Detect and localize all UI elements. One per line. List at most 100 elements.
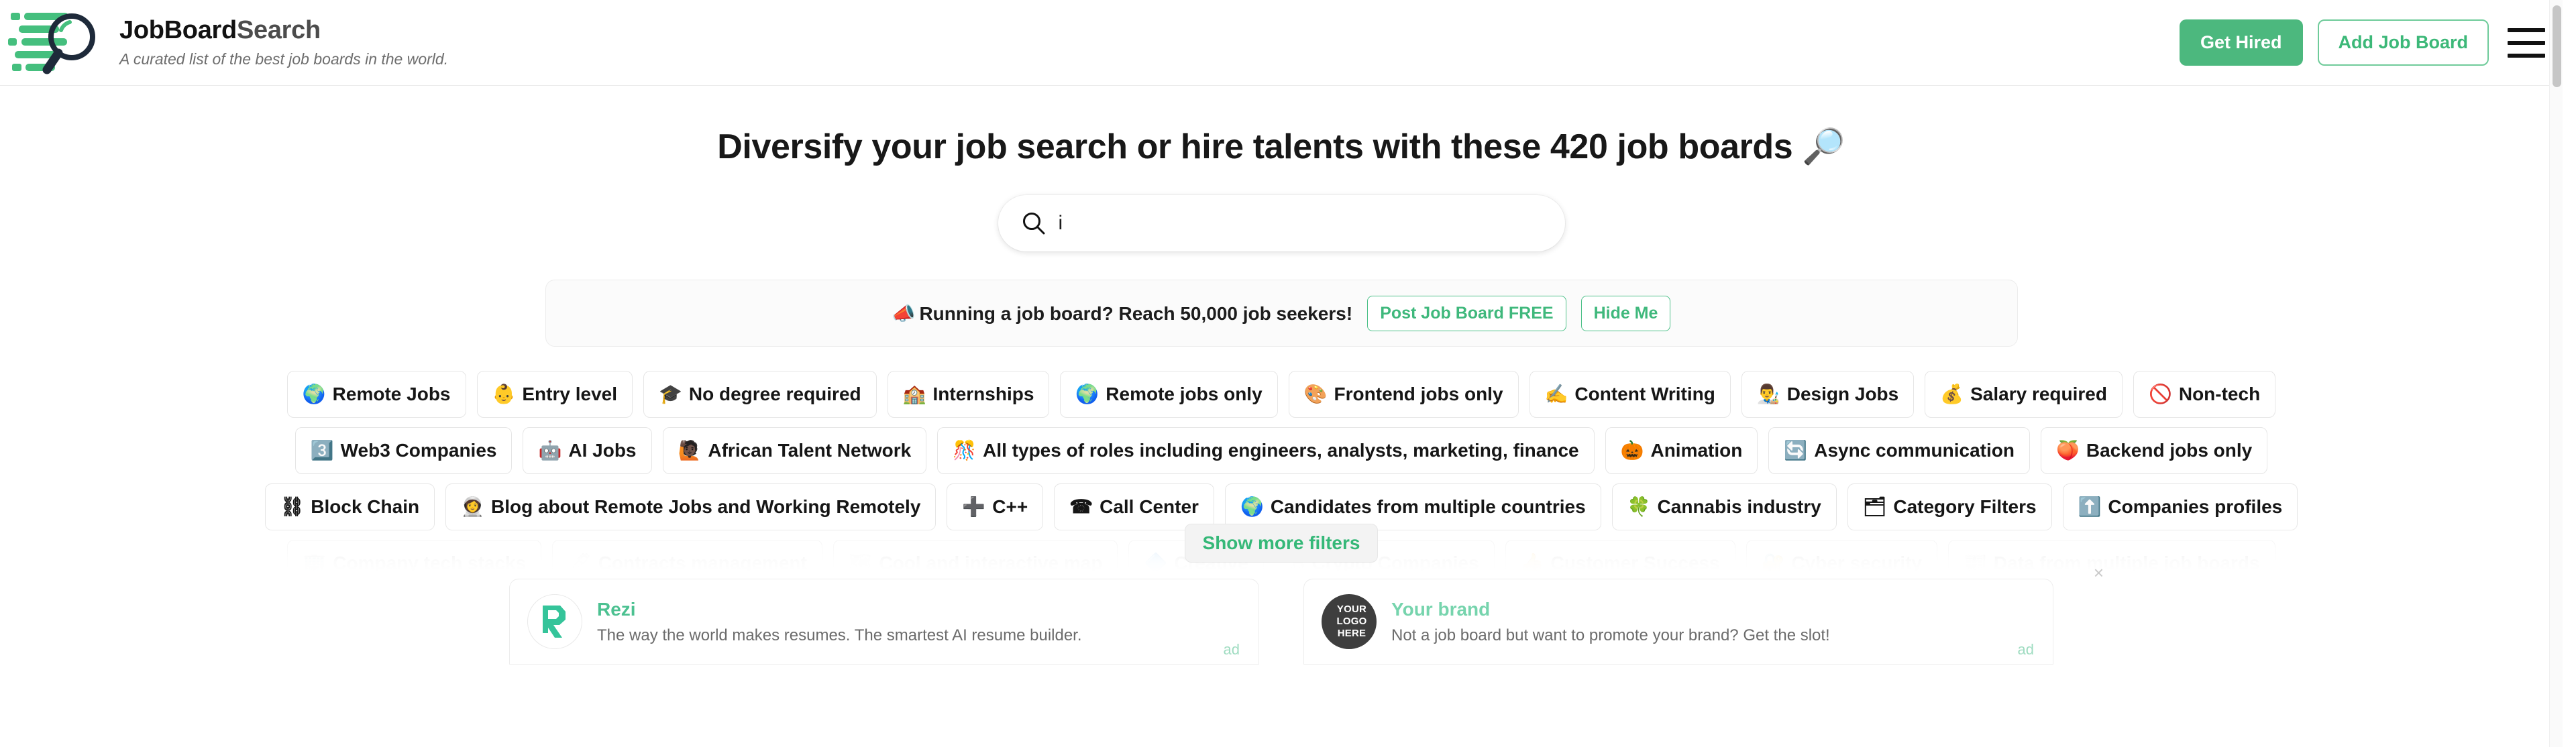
show-more-filters-button[interactable]: Show more filters [1184, 524, 1379, 563]
filter-tag-emoji-icon: 🚫 [2148, 384, 2172, 404]
brand-title-light: Search [236, 15, 321, 44]
ad-card-rezi[interactable]: Rezi The way the world makes resumes. Th… [509, 579, 1259, 665]
filter-tag[interactable]: 🚫 Non-tech [2133, 371, 2276, 418]
filter-tag-label: Blog about Remote Jobs and Working Remot… [490, 496, 921, 517]
filter-tag[interactable]: 🌍 Remote jobs only [1060, 371, 1278, 418]
filter-tag-emoji-icon: ⛓ [280, 496, 305, 517]
search-icon [1021, 211, 1046, 236]
site-header: JobBoardSearch A curated list of the bes… [0, 0, 2563, 86]
filter-tag[interactable]: 🤖 AI Jobs [523, 427, 652, 474]
ad-label: ad [2017, 641, 2034, 658]
brand-block[interactable]: JobBoardSearch A curated list of the bes… [0, 3, 448, 82]
ad-body-rezi: Rezi The way the world makes resumes. Th… [597, 598, 1082, 646]
brand-text-block: JobBoardSearch A curated list of the bes… [119, 15, 449, 69]
filter-tag[interactable]: 💰 Salary required [1925, 371, 2123, 418]
search-input[interactable]: i [998, 195, 1565, 251]
filter-tag[interactable]: ✍️ Content Writing [1529, 371, 1731, 418]
filter-tag-label: Call Center [1099, 496, 1199, 517]
filter-tag-label: Web3 Companies [340, 440, 497, 461]
filter-tag-emoji-icon: 👨‍🎨 [1756, 384, 1780, 404]
filter-tag-label: Candidates from multiple countries [1270, 496, 1586, 517]
rezi-logo-icon [527, 594, 582, 649]
filter-tag-emoji-icon: 💰 [1940, 384, 1964, 404]
filter-tag[interactable]: 🍑 Backend jobs only [2040, 427, 2268, 474]
filter-tag-label: Salary required [1970, 384, 2107, 404]
hero-heading: Diversify your job search or hire talent… [717, 127, 1845, 166]
filter-tag-emoji-icon: 🗂 [1862, 496, 1887, 517]
hide-me-button[interactable]: Hide Me [1580, 295, 1671, 331]
filter-tag-emoji-icon: 👶 [492, 384, 516, 404]
filter-tag[interactable]: 🎃 Animation [1605, 427, 1758, 474]
filter-tag[interactable]: 🙋🏿 African Talent Network [662, 427, 927, 474]
filter-tag-row: 🌍 Remote Jobs 👶 Entry level 🎓 No degree requi… [0, 371, 2563, 418]
filter-tag-label: Frontend jobs only [1334, 384, 1503, 404]
promo-text-block: 📣 Running a job board? Reach 50,000 job s… [892, 302, 1353, 325]
filter-tag[interactable]: 🎓 No degree required [643, 371, 877, 418]
scrollbar-thumb[interactable] [2553, 5, 2561, 87]
ad-card-your-brand[interactable]: YOUR LOGO HERE Your brand Not a job boar… [1303, 579, 2053, 665]
post-job-board-free-button[interactable]: Post Job Board FREE [1367, 295, 1566, 331]
filter-tag-emoji-icon: 🎃 [1620, 440, 1644, 461]
filter-tag-emoji-icon: 🏫 [902, 384, 926, 404]
filter-tag-label: Async communication [1814, 440, 2015, 461]
page-scrollbar[interactable] [2549, 0, 2563, 747]
add-job-board-button[interactable]: Add Job Board [2317, 19, 2489, 66]
your-logo-here-text: YOUR LOGO HERE [1337, 604, 1367, 640]
filter-tag[interactable]: 3️⃣ Web3 Companies [294, 427, 513, 474]
brand-title-bold: JobBoard [119, 15, 237, 44]
filter-tag-label: Cannabis industry [1657, 496, 1821, 517]
ad-label: ad [1223, 641, 1240, 658]
filter-tag[interactable]: 🔄 Async communication [1768, 427, 2030, 474]
filter-tag-emoji-icon: 🌍 [302, 384, 326, 404]
filter-tag-label: All types of roles including engineers, … [983, 440, 1579, 461]
header-actions: Get Hired Add Job Board [2179, 19, 2563, 66]
filter-tag-emoji-icon: 🌍 [1240, 496, 1264, 517]
megaphone-icon: 📣 [892, 302, 916, 324]
filter-tag-label: Internships [932, 384, 1034, 404]
page-title: JobBoardSearch [119, 15, 448, 45]
filter-tag-label: Category Filters [1893, 496, 2037, 517]
filter-tag-emoji-icon: 🎓 [659, 384, 682, 404]
filter-tag-emoji-icon: 🌍 [1075, 384, 1099, 404]
filter-tags-region: 🌍 Remote Jobs 👶 Entry level 🎓 No degree requi… [0, 371, 2563, 572]
your-logo-here-badge-icon: YOUR LOGO HERE [1322, 594, 1377, 649]
filter-tag[interactable]: 👶 Entry level [476, 371, 633, 418]
filter-tag-label: African Talent Network [708, 440, 912, 461]
ad-description: Not a job board but want to promote your… [1391, 626, 1830, 645]
filter-tag-label: No degree required [688, 384, 861, 404]
search-input-value: i [1058, 212, 1063, 234]
filter-tag-row: 3️⃣ Web3 Companies 🤖 AI Jobs 🙋🏿 African Talen… [0, 427, 2563, 474]
filter-tag-emoji-icon: ☎ [1069, 496, 1093, 517]
search-area: i [0, 195, 2563, 251]
filter-tag[interactable]: 🏫 Internships [887, 371, 1050, 418]
show-more-wrap: Show more filters [0, 524, 2563, 563]
filter-tag-emoji-icon: 🍀 [1627, 496, 1651, 517]
filter-tag-label: Block Chain [311, 496, 420, 517]
close-ads-icon[interactable]: × [2094, 564, 2104, 581]
filter-tag-label: Entry level [522, 384, 618, 404]
filter-tag[interactable]: 👨‍🎨 Design Jobs [1741, 371, 1915, 418]
filter-tag-label: AI Jobs [568, 440, 637, 461]
filter-tag-emoji-icon: 🙋🏿 [678, 440, 702, 461]
filter-tag-label: Animation [1650, 440, 1743, 461]
logo-line-2: LOGO [1336, 615, 1367, 627]
filter-tag-label: Remote jobs only [1106, 384, 1263, 404]
jobboardsearch-logo-icon [5, 3, 105, 82]
ads-region: × Rezi The way the world makes resumes. … [0, 564, 2563, 665]
filter-tag-label: Non-tech [2178, 384, 2261, 404]
ad-body-your-brand: Your brand Not a job board but want to p… [1391, 598, 1830, 646]
ad-title: Your brand [1391, 598, 1491, 620]
promo-banner: 📣 Running a job board? Reach 50,000 job s… [545, 280, 2018, 347]
page-root: JobBoardSearch A curated list of the bes… [0, 0, 2563, 747]
filter-tag[interactable]: 🎨 Frontend jobs only [1288, 371, 1519, 418]
logo-line-3: HERE [1337, 628, 1366, 640]
get-hired-button[interactable]: Get Hired [2179, 19, 2303, 66]
filter-tag-emoji-icon: ➕ [962, 496, 986, 517]
hamburger-menu-icon[interactable] [2508, 27, 2545, 58]
filter-tag-emoji-icon: 🍑 [2055, 440, 2080, 461]
filter-tag[interactable]: 🌍 Remote Jobs [286, 371, 466, 418]
filter-tag[interactable]: 🎊 All types of roles including engineers,… [937, 427, 1595, 474]
logo-line-1: YOUR [1336, 603, 1367, 615]
filter-tag-emoji-icon: 🎊 [953, 440, 977, 461]
brand-tagline: A curated list of the best job boards in… [119, 50, 449, 68]
